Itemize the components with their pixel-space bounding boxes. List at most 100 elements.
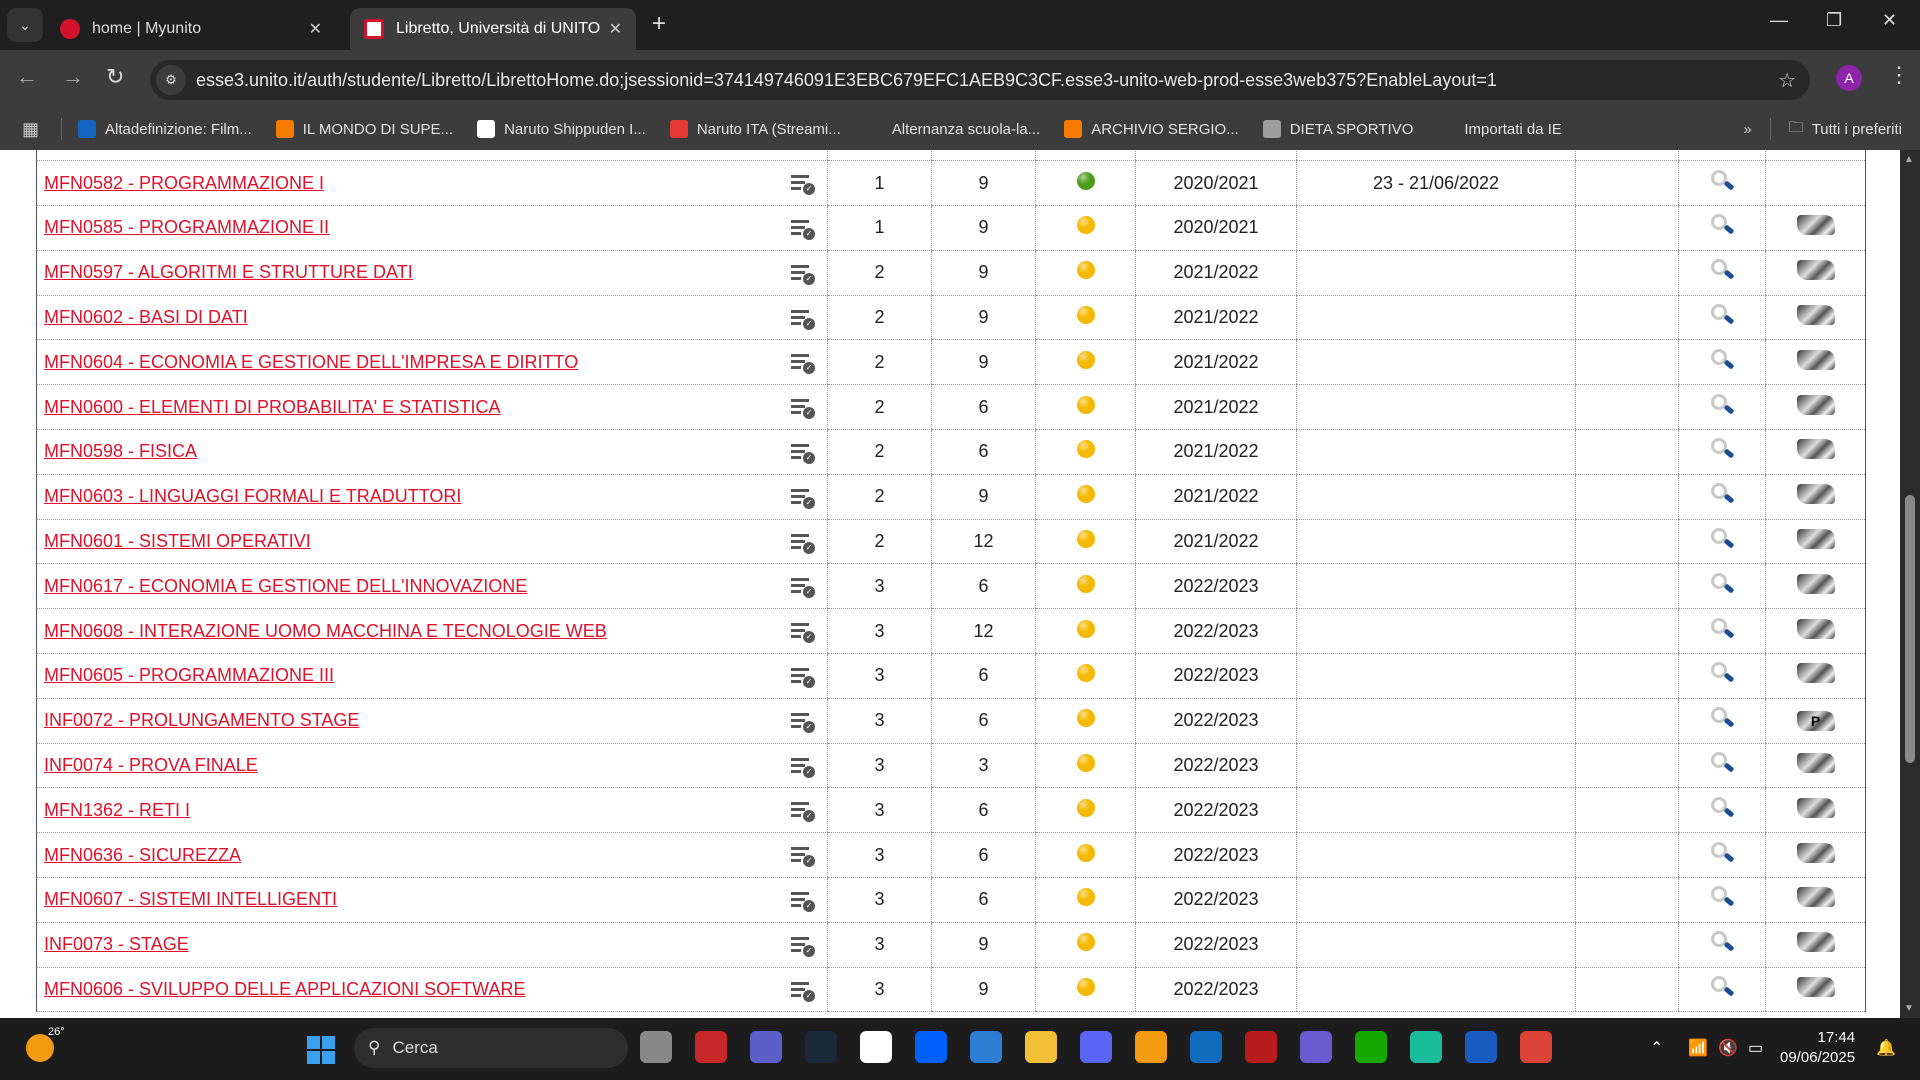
back-icon[interactable]: ← [16,64,38,90]
course-link[interactable]: MFN0597 - ALGORITMI E STRUTTURE DATI [44,262,413,282]
close-tab-icon[interactable]: ✕ [609,19,622,39]
magnifier-icon[interactable] [1709,437,1735,461]
open-book-icon[interactable] [1796,439,1835,460]
open-book-icon[interactable] [1796,887,1835,908]
notifications-icon[interactable]: 🔔 [1876,1038,1896,1058]
magnifier-icon[interactable] [1709,617,1735,641]
list-check-icon[interactable]: ✓ [791,487,815,509]
course-link[interactable]: MFN0604 - ECONOMIA E GESTIONE DELL'IMPRE… [44,352,578,372]
more-bookmarks-icon[interactable]: » [1743,121,1751,138]
site-info-icon[interactable]: ⚙ [156,65,186,95]
start-button[interactable] [307,1036,335,1064]
magnifier-icon[interactable] [1709,841,1735,865]
bookmark-star-icon[interactable]: ☆ [1778,68,1796,93]
bookmark-item[interactable]: DIETA SPORTIVO [1262,120,1413,138]
course-link[interactable]: MFN0606 - SVILUPPO DELLE APPLICAZIONI SO… [44,979,525,999]
course-link[interactable]: MFN0636 - SICUREZZA [44,845,241,865]
magnifier-icon[interactable] [1709,303,1735,327]
bookmark-item[interactable]: ARCHIVIO SERGIO... [1064,120,1239,138]
list-check-icon[interactable]: ✓ [791,666,815,689]
open-book-icon[interactable] [1796,842,1835,863]
page-scrollbar[interactable]: ▲ ▼ [1900,150,1920,1018]
open-book-icon[interactable] [1796,394,1835,415]
outlook-icon[interactable] [1190,1031,1222,1063]
open-book-icon[interactable] [1796,305,1835,326]
apps-grid-icon[interactable]: ▦ [22,119,39,140]
open-book-icon[interactable] [1796,573,1835,594]
magnifier-icon[interactable] [1709,706,1735,730]
tab-libretto[interactable]: Libretto, Università di UNITO ✕ [350,8,636,50]
book-p-icon[interactable]: P [1796,711,1835,732]
app-green-icon[interactable] [1410,1031,1442,1063]
course-link[interactable]: INF0073 - STAGE [44,934,189,954]
show-hidden-icons[interactable]: ⌃ [1650,1038,1663,1058]
list-check-icon[interactable]: ✓ [791,800,815,823]
address-bar[interactable]: ⚙ esse3.unito.it/auth/studente/Libretto/… [150,60,1810,100]
list-check-icon[interactable]: ✓ [791,711,815,733]
course-link[interactable]: MFN0608 - INTERAZIONE UOMO MACCHINA E TE… [44,621,607,641]
bookmark-item[interactable]: IL MONDO DI SUPE... [275,120,453,138]
list-check-icon[interactable]: ✓ [791,576,815,599]
open-book-icon[interactable] [1796,753,1835,774]
clock[interactable]: 17:44 09/06/2025 [1780,1028,1855,1068]
course-link[interactable]: MFN0601 - SISTEMI OPERATIVI [44,531,311,551]
magnifier-icon[interactable] [1709,885,1735,909]
restore-icon[interactable]: ❐ [1826,10,1842,31]
open-book-icon[interactable] [1796,932,1835,953]
course-link[interactable]: MFN0617 - ECONOMIA E GESTIONE DELL'INNOV… [44,576,527,596]
list-check-icon[interactable]: ✓ [791,935,815,957]
tab-search-button[interactable]: ⌄ [7,8,43,42]
magnifier-icon[interactable] [1709,930,1735,954]
magnifier-icon[interactable] [1709,393,1735,417]
course-link[interactable]: MFN0603 - LINGUAGGI FORMALI E TRADUTTORI [44,486,461,506]
open-book-icon[interactable] [1796,215,1835,236]
vpn-icon[interactable] [1135,1031,1167,1063]
bookmark-item[interactable]: Naruto ITA (Streami... [669,120,841,138]
profile-avatar[interactable]: A [1836,65,1862,91]
list-check-icon[interactable]: ✓ [791,621,815,644]
open-book-icon[interactable] [1796,977,1835,998]
menu-icon[interactable]: ⋮ [1888,62,1910,88]
teams-icon[interactable] [750,1031,782,1063]
open-book-icon[interactable] [1796,529,1835,550]
open-book-icon[interactable] [1796,618,1835,639]
reload-icon[interactable]: ↻ [106,64,124,90]
magnifier-icon[interactable] [1709,213,1735,237]
list-check-icon[interactable]: ✓ [791,442,815,465]
list-check-icon[interactable]: ✓ [791,397,815,420]
magnifier-icon[interactable] [1709,572,1735,596]
volume-muted-icon[interactable]: 🔇 [1718,1038,1738,1058]
close-window-icon[interactable]: ✕ [1882,10,1897,31]
magnifier-icon[interactable] [1709,258,1735,282]
list-check-icon[interactable]: ✓ [791,218,815,241]
course-link[interactable]: MFN0602 - BASI DI DATI [44,307,248,327]
wifi-icon[interactable]: 📶 [1688,1038,1708,1058]
open-book-icon[interactable] [1796,484,1835,505]
new-tab-button[interactable]: + [652,10,666,38]
magnifier-icon[interactable] [1709,796,1735,820]
discord-icon[interactable] [1080,1031,1112,1063]
bookmark-item[interactable]: Alternanza scuola-la... [864,120,1040,138]
app-red-2-icon[interactable] [1245,1031,1277,1063]
list-check-icon[interactable]: ✓ [791,263,815,285]
open-book-icon[interactable] [1796,349,1835,370]
scroll-up-icon[interactable]: ▲ [1904,154,1914,165]
course-link[interactable]: MFN0607 - SISTEMI INTELLIGENTI [44,889,337,909]
scroll-down-icon[interactable]: ▼ [1904,1003,1914,1014]
url-text[interactable]: esse3.unito.it/auth/studente/Libretto/Li… [196,70,1497,91]
open-book-icon[interactable] [1796,797,1835,818]
course-link[interactable]: MFN0605 - PROGRAMMAZIONE III [44,665,334,685]
magnifier-icon[interactable] [1709,348,1735,372]
upwork-icon[interactable] [1355,1031,1387,1063]
battery-icon[interactable]: ▭ [1748,1038,1763,1058]
course-link[interactable]: MFN0598 - FISICA [44,441,197,461]
scrollbar-thumb[interactable] [1905,495,1915,763]
list-check-icon[interactable]: ✓ [791,890,815,913]
course-link[interactable]: MFN0585 - PROGRAMMAZIONE II [44,217,329,237]
dropbox-icon[interactable] [915,1031,947,1063]
open-book-icon[interactable] [1796,663,1835,684]
list-check-icon[interactable]: ✓ [791,756,815,778]
list-check-icon[interactable]: ✓ [791,845,815,868]
microsoft-store-icon[interactable] [970,1031,1002,1063]
course-link[interactable]: INF0074 - PROVA FINALE [44,755,258,775]
